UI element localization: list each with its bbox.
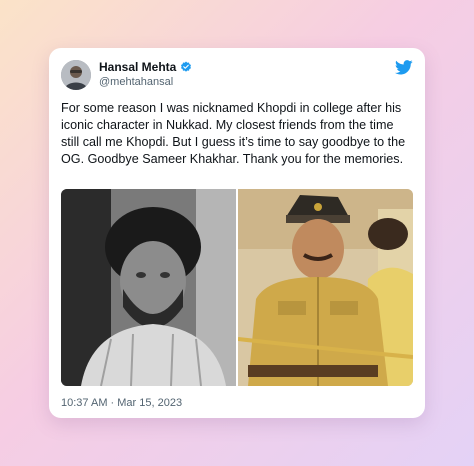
tweet-card: Hansal Mehta @mehtahansal For some reaso… xyxy=(49,48,425,418)
avatar[interactable] xyxy=(61,60,91,90)
police-costume-film-still[interactable] xyxy=(238,189,413,386)
handle[interactable]: @mehtahansal xyxy=(99,76,173,88)
timestamp[interactable]: 10:37 AM · Mar 15, 2023 xyxy=(61,397,182,409)
black-and-white-portrait-photo[interactable] xyxy=(61,189,236,386)
author-name-row: Hansal Mehta xyxy=(99,60,192,74)
media-grid xyxy=(61,189,413,386)
verified-badge-icon xyxy=(180,61,192,73)
display-name[interactable]: Hansal Mehta xyxy=(99,60,176,74)
twitter-bird-icon[interactable] xyxy=(395,60,413,75)
tweet-text: For some reason I was nicknamed Khopdi i… xyxy=(61,101,406,166)
